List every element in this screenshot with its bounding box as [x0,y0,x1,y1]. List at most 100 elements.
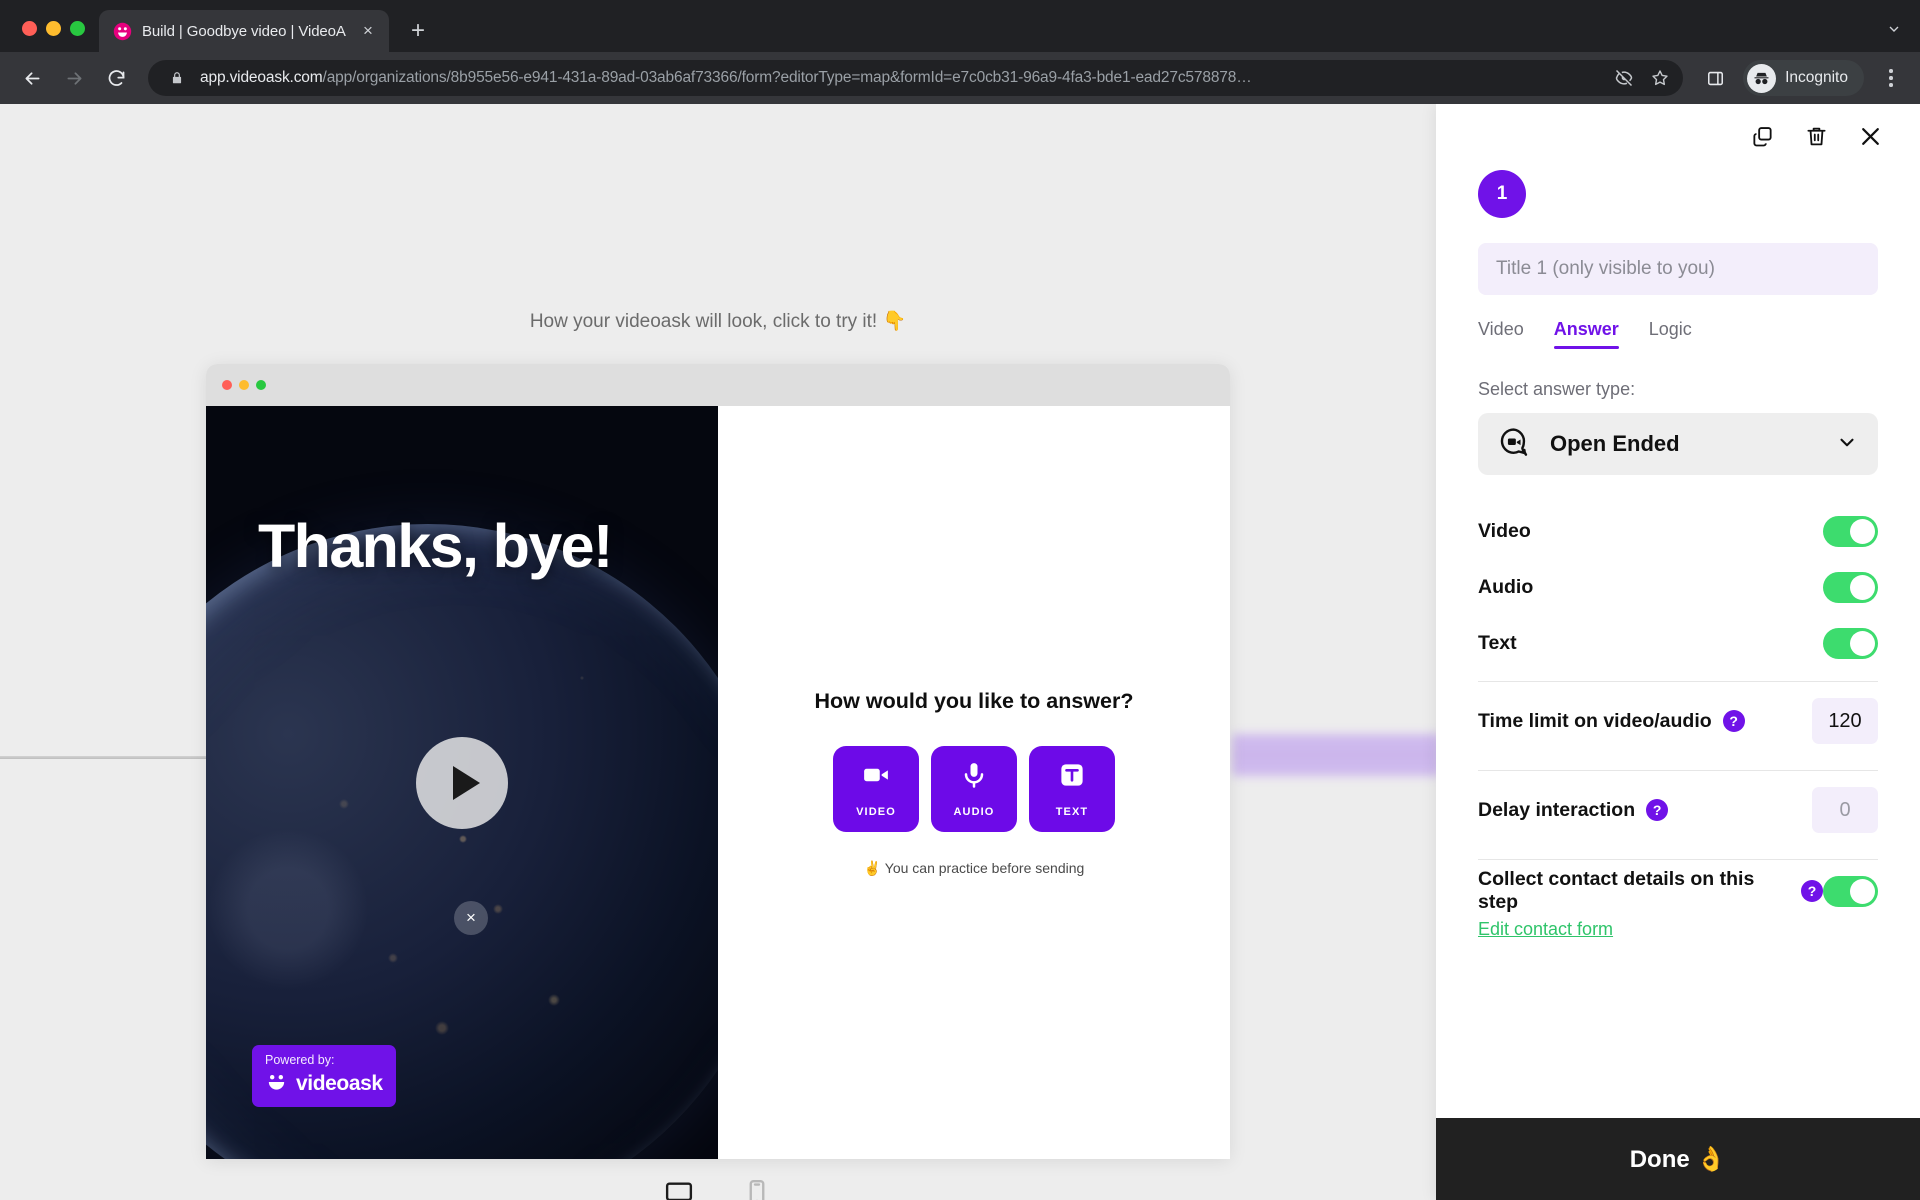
tab-close-icon[interactable]: × [357,20,379,42]
close-icon[interactable] [1856,122,1884,150]
maximize-window-button[interactable] [70,21,85,36]
profile-incognito-button[interactable]: Incognito [1743,60,1864,96]
tab-logic[interactable]: Logic [1649,319,1692,349]
preview-dot-green [256,380,266,390]
toggle-label-audio: Audio [1478,575,1534,598]
panel-header [1436,104,1920,168]
bookmark-star-icon[interactable] [1647,65,1673,91]
back-button[interactable] [14,60,50,96]
tab-video[interactable]: Video [1478,319,1524,349]
video-camera-icon [861,760,891,795]
toggle-switch-collect-contact[interactable] [1823,875,1878,907]
incognito-icon [1747,63,1777,93]
copy-icon[interactable] [1748,122,1776,150]
text-box-icon [1057,760,1087,795]
panel-body: 1 Video Answer Logic Select answer type: [1436,168,1920,1118]
answer-preview-pane: How would you like to answer? VIDEO AUDI… [718,406,1230,1159]
window-controls [12,21,99,52]
time-limit-input[interactable] [1812,698,1878,744]
step-number-badge: 1 [1478,170,1526,218]
eye-off-icon[interactable] [1611,65,1637,91]
toggle-switch-text[interactable] [1823,627,1878,659]
powered-by-brand-row: videoask [265,1070,383,1098]
answer-practice-note: ✌️ You can practice before sending [863,859,1085,876]
browser-tab[interactable]: Build | Goodbye video | VideoA × [99,10,389,52]
preview-dot-yellow [239,380,249,390]
url-path: /app/organizations/8b955e56-e941-431a-89… [322,69,1252,86]
preview-caption: How your videoask will look, click to tr… [529,311,907,332]
videoask-logo-icon [113,22,132,41]
browser-window: Build | Goodbye video | VideoA × + app.v… [0,0,1920,1200]
address-bar[interactable]: app.videoask.com/app/organizations/8b955… [148,60,1684,96]
powered-by-videoask-badge[interactable]: Powered by: videoask [252,1045,396,1107]
chevron-down-icon[interactable] [1886,21,1902,42]
play-icon [452,765,480,800]
video-overlay-title: Thanks, bye! [258,512,613,580]
toggle-switch-video[interactable] [1823,515,1878,547]
answer-type-select[interactable]: Open Ended [1478,413,1878,475]
preview-dot-red [222,380,232,390]
videoask-smiley-icon [265,1070,288,1098]
answer-options-row: VIDEO AUDIO TEXT [833,745,1115,832]
time-limit-label: Time limit on video/audio ? [1478,710,1812,733]
delay-interaction-label: Delay interaction ? [1478,799,1812,822]
mobile-icon[interactable] [742,1178,772,1200]
new-tab-button[interactable]: + [401,14,435,48]
browser-toolbar: app.videoask.com/app/organizations/8b955… [0,52,1920,104]
video-preview-pane[interactable]: Thanks, bye! × Powered by: videoask [206,406,718,1159]
help-icon-collect-contact[interactable]: ? [1801,880,1823,902]
help-icon-time-limit[interactable]: ? [1722,710,1745,732]
blurred-step-card[interactable] [1232,734,1436,776]
toggle-row-video: Video [1478,503,1878,559]
answer-option-audio-label: AUDIO [953,805,995,818]
answer-type-label: Select answer type: [1478,379,1636,399]
answer-type-value: Open Ended [1550,431,1680,456]
done-button[interactable]: Done 👌 [1436,1118,1920,1200]
toggle-label-text: Text [1478,631,1517,654]
page-content: How your videoask will look, click to tr… [0,104,1920,1200]
url-text: app.videoask.com/app/organizations/8b955… [200,69,1601,87]
toggle-switch-audio[interactable] [1823,571,1878,603]
toggle-row-audio: Audio [1478,559,1878,615]
form-editor-canvas[interactable]: How your videoask will look, click to tr… [0,104,1436,1200]
step-title-input[interactable] [1478,243,1878,295]
kebab-menu-icon[interactable] [1876,60,1906,96]
toggle-label-video: Video [1478,519,1531,542]
incognito-label: Incognito [1785,69,1848,86]
toggle-row-text: Text [1478,615,1878,671]
media-toggle-list: Video Audio Text [1478,503,1878,671]
powered-by-label: Powered by: [265,1053,335,1067]
minimize-window-button[interactable] [46,21,61,36]
answer-option-text[interactable]: TEXT [1029,745,1115,832]
desktop-icon[interactable] [664,1178,694,1200]
answer-option-audio[interactable]: AUDIO [931,745,1017,832]
flow-connector-line [0,756,208,759]
side-panel-icon[interactable] [1697,60,1733,96]
collect-contact-row: Collect contact details on this step ? [1478,860,1878,922]
forward-button[interactable] [56,60,92,96]
preview-device-frame: Thanks, bye! × Powered by: videoask How … [206,364,1230,1159]
delay-interaction-row: Delay interaction ? [1478,771,1878,849]
microphone-icon [959,760,989,795]
help-icon-delay[interactable]: ? [1646,799,1669,821]
play-button[interactable] [416,736,508,829]
time-limit-label-text: Time limit on video/audio [1478,709,1712,732]
videoask-brand-name: videoask [296,1072,383,1095]
preview-titlebar [206,364,1230,406]
reload-button[interactable] [98,60,134,96]
delay-interaction-label-text: Delay interaction [1478,798,1636,821]
panel-tabs: Video Answer Logic [1478,319,1878,349]
tab-answer[interactable]: Answer [1553,319,1619,349]
answer-option-video[interactable]: VIDEO [833,745,919,832]
delay-interaction-input[interactable] [1812,787,1878,833]
preview-body: Thanks, bye! × Powered by: videoask How … [206,406,1230,1159]
lock-icon [164,65,190,91]
answer-question-text: How would you like to answer? [814,688,1134,713]
tab-title: Build | Goodbye video | VideoA [142,22,346,40]
trash-icon[interactable] [1802,122,1830,150]
edit-contact-form-link[interactable]: Edit contact form [1478,919,1613,940]
device-preview-switch [0,1178,1436,1200]
answer-option-text-label: TEXT [1055,805,1089,818]
close-window-button[interactable] [22,21,37,36]
video-close-icon[interactable]: × [454,901,488,935]
